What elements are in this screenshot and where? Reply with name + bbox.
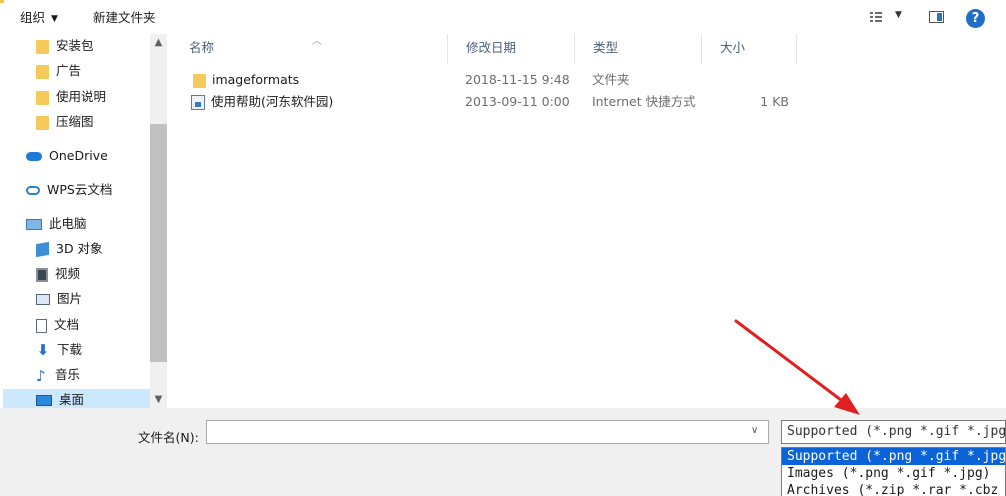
file-type-select[interactable]: Supported (*.png *.gif *.jpg *.zip *.r	[781, 420, 1006, 444]
music-icon: ♪	[36, 366, 46, 385]
file-modified-cell: 2018-11-15 9:48	[465, 72, 570, 87]
file-name-label: 文件名(N):	[138, 430, 199, 445]
nav-item-documents[interactable]: 文档	[36, 314, 79, 336]
file-type-dropdown-list: Supported (*.png *.gif *.jpg *.zip *.r I…	[781, 447, 1006, 496]
toolbar: 组织 ▼ 新建文件夹 ▼ ?	[0, 3, 1006, 34]
sort-ascending-icon: ︿	[312, 36, 322, 47]
picture-icon	[36, 294, 50, 305]
folder-icon	[36, 64, 49, 79]
table-row[interactable]: 使用帮助(河东软件园) 2013-09-11 0:00 Internet 快捷方…	[171, 91, 791, 113]
file-name-cell: 使用帮助(河东软件园)	[191, 91, 333, 113]
scrollbar-thumb[interactable]	[150, 124, 167, 362]
file-type-cell: Internet 快捷方式	[592, 94, 696, 109]
cloud-icon	[26, 152, 42, 161]
column-header-size[interactable]: 大小	[702, 34, 797, 64]
nav-item-onedrive[interactable]: OneDrive	[26, 145, 108, 167]
preview-pane-button[interactable]	[929, 11, 944, 23]
nav-item-installers[interactable]: 安装包	[36, 35, 94, 57]
column-header-type[interactable]: 类型	[575, 34, 702, 64]
dropdown-option[interactable]: Images (*.png *.gif *.jpg)	[782, 465, 1005, 482]
help-icon[interactable]: ?	[966, 9, 985, 28]
internet-shortcut-icon	[191, 95, 205, 110]
nav-item-music[interactable]: ♪ 音乐	[36, 364, 80, 386]
scroll-down-icon[interactable]: ▼	[150, 391, 167, 408]
nav-item-ads[interactable]: 广告	[36, 60, 81, 82]
nav-item-videos[interactable]: 视频	[36, 263, 80, 285]
dropdown-option[interactable]: Archives (*.zip *.rar *.cbz *.cbr)	[782, 482, 1005, 496]
desktop-icon	[36, 395, 52, 406]
folder-icon	[36, 115, 49, 130]
scroll-up-icon[interactable]: ▲	[150, 34, 167, 51]
nav-item-pictures[interactable]: 图片	[36, 288, 82, 310]
download-icon: ⬇	[36, 341, 50, 359]
nav-scrollbar[interactable]: ▲ ▼	[150, 34, 167, 408]
folder-icon	[36, 39, 49, 54]
nav-item-3d-objects[interactable]: 3D 对象	[36, 238, 103, 260]
chevron-down-icon: ▼	[895, 10, 902, 20]
details-view-icon	[870, 12, 882, 22]
folder-icon	[36, 90, 49, 105]
cloud-outline-icon	[26, 186, 40, 195]
folder-icon	[193, 73, 206, 88]
file-list: 名称 ︿ 修改日期 类型 大小 imageformats 2018-11-15 9…	[171, 34, 1006, 408]
change-view-button[interactable]: ▼	[866, 10, 910, 26]
dropdown-option[interactable]: Supported (*.png *.gif *.jpg *.zip *.r	[782, 448, 1005, 465]
video-icon	[36, 267, 48, 282]
chevron-down-icon[interactable]: ∨	[751, 425, 758, 436]
new-folder-button[interactable]: 新建文件夹	[93, 9, 156, 27]
organize-button[interactable]: 组织 ▼	[20, 9, 58, 27]
computer-icon	[26, 219, 42, 230]
column-header-name[interactable]: 名称 ︿	[171, 34, 448, 64]
nav-item-wps-cloud[interactable]: WPS云文档	[26, 179, 112, 201]
file-modified-cell: 2013-09-11 0:00	[465, 94, 570, 109]
cube-icon	[36, 241, 49, 258]
nav-item-this-pc[interactable]: 此电脑	[26, 213, 87, 235]
nav-item-compressed-images[interactable]: 压缩图	[36, 111, 94, 133]
navigation-pane: 安装包 广告 使用说明 压缩图 OneDrive WPS云文档 此电脑 3D 对…	[0, 34, 167, 408]
nav-item-desktop[interactable]: 桌面	[3, 389, 150, 408]
file-size-cell: 1 KB	[760, 94, 789, 109]
file-name-cell: imageformats	[193, 69, 299, 91]
column-header-modified[interactable]: 修改日期	[448, 34, 575, 64]
file-name-input[interactable]	[206, 420, 769, 444]
nav-item-instructions[interactable]: 使用说明	[36, 86, 106, 108]
chevron-down-icon: ▼	[51, 14, 58, 24]
table-row[interactable]: imageformats 2018-11-15 9:48 文件夹	[171, 69, 791, 91]
file-type-cell: 文件夹	[592, 72, 630, 87]
document-icon	[36, 318, 47, 333]
nav-item-downloads[interactable]: ⬇ 下载	[36, 339, 82, 361]
